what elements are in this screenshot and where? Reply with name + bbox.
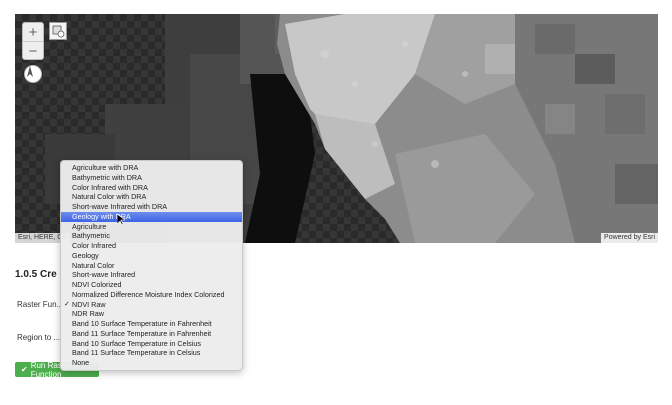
checkmark-icon: ✓	[64, 300, 70, 308]
dropdown-option[interactable]: Natural Color with DRA	[61, 192, 242, 202]
dropdown-option[interactable]: Color Infrared	[61, 241, 242, 251]
check-icon: ✔	[21, 365, 28, 374]
dropdown-option[interactable]: Bathymetric	[61, 231, 242, 241]
layers-icon[interactable]	[49, 22, 67, 40]
raster-function-dropdown[interactable]: Agriculture with DRA Bathymetric with DR…	[60, 160, 243, 371]
zoom-control: + −	[22, 22, 44, 60]
powered-by-esri[interactable]: Powered by Esri	[601, 233, 658, 245]
dropdown-option[interactable]: Normalized Difference Moisture Index Col…	[61, 290, 242, 300]
dropdown-option[interactable]: NDR Raw	[61, 309, 242, 319]
dropdown-option[interactable]: Natural Color	[61, 261, 242, 271]
raster-function-label: Raster Fun...	[17, 300, 64, 309]
dropdown-option[interactable]: Band 10 Surface Temperature in Celsius	[61, 339, 242, 349]
section-title: 1.0.5 Cre	[15, 269, 57, 280]
dropdown-option[interactable]: Band 10 Surface Temperature in Fahrenhei…	[61, 319, 242, 329]
dropdown-option[interactable]: Agriculture	[61, 222, 242, 232]
dropdown-option[interactable]: Color Infrared with DRA	[61, 183, 242, 193]
zoom-out-button[interactable]: −	[23, 42, 43, 60]
dropdown-option[interactable]: NDVI Colorized	[61, 280, 242, 290]
zoom-in-button[interactable]: +	[23, 23, 43, 41]
dropdown-option[interactable]: Band 11 Surface Temperature in Celsius	[61, 348, 242, 358]
dropdown-option[interactable]: Short-wave Infrared with DRA	[61, 202, 242, 212]
dropdown-option[interactable]: Band 11 Surface Temperature in Fahrenhei…	[61, 329, 242, 339]
dropdown-option[interactable]: None	[61, 358, 242, 368]
mouse-cursor-icon	[117, 214, 125, 226]
dropdown-option[interactable]: Geology	[61, 251, 242, 261]
dropdown-option[interactable]: Bathymetric with DRA	[61, 173, 242, 183]
dropdown-option[interactable]: Agriculture with DRA	[61, 163, 242, 173]
compass-icon[interactable]	[24, 65, 42, 83]
region-label: Region to ...	[17, 333, 61, 342]
dropdown-option[interactable]: Short-wave Infrared	[61, 270, 242, 280]
dropdown-option-highlighted[interactable]: Geology with DRA	[61, 211, 242, 222]
dropdown-option-selected[interactable]: ✓ NDVI Raw	[61, 300, 242, 310]
